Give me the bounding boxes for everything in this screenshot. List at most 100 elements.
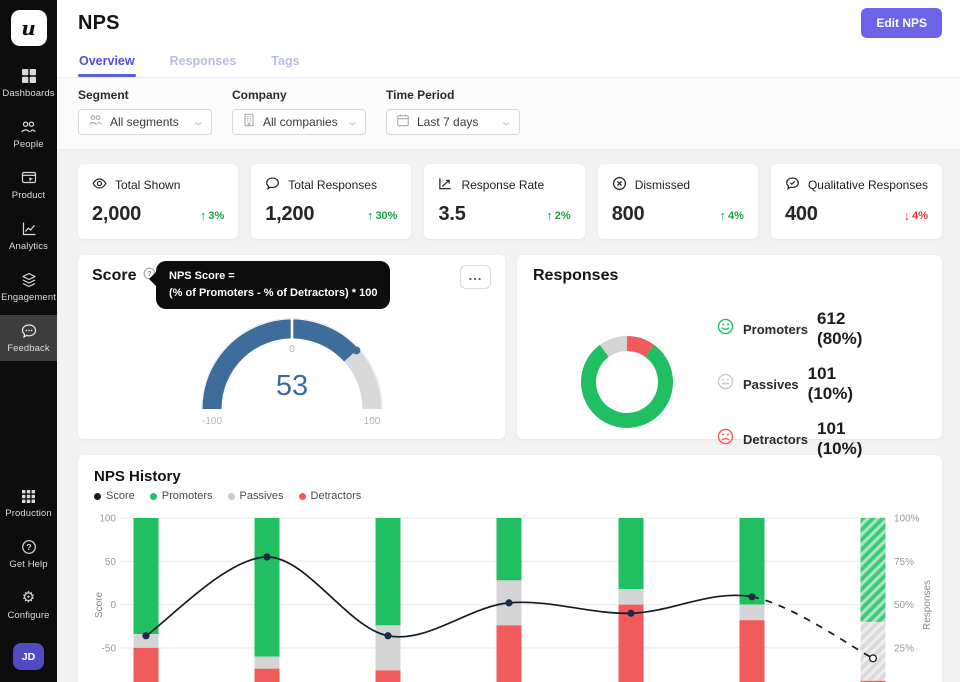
sad-face-icon bbox=[717, 428, 734, 450]
tooltip-line-1: NPS Score = bbox=[169, 268, 377, 285]
sidebar-item-label: Production bbox=[5, 508, 51, 519]
x-circle-icon bbox=[612, 176, 627, 194]
analytics-icon bbox=[21, 221, 37, 237]
brand-logo[interactable]: u bbox=[11, 10, 47, 46]
nps-history-card: NPS History Score Promoters Passives Det… bbox=[78, 455, 942, 682]
legend-value: 101 (10%) bbox=[817, 419, 886, 459]
svg-text:-50: -50 bbox=[102, 643, 117, 654]
tab-tags[interactable]: Tags bbox=[270, 46, 300, 77]
segment-value: All segments bbox=[110, 115, 179, 129]
people-icon bbox=[20, 119, 37, 135]
filter-bar: Segment All segments ⌄ Company All compa… bbox=[57, 78, 960, 150]
tab-overview[interactable]: Overview bbox=[78, 46, 136, 77]
trend-arrow-icon: ↑ bbox=[200, 208, 207, 223]
sidebar-item-analytics[interactable]: Analytics bbox=[0, 213, 57, 259]
legend-dot bbox=[150, 493, 157, 500]
sidebar-item-label: Dashboards bbox=[2, 88, 54, 99]
stat-label: Dismissed bbox=[635, 178, 690, 192]
stat-card-total-responses: Total Responses 1,200 ↑30% bbox=[251, 164, 411, 239]
feedback-icon bbox=[21, 323, 37, 339]
responses-card: Responses Promoters 612 (80%) Passiv bbox=[517, 255, 942, 439]
legend-dot bbox=[94, 493, 101, 500]
eye-icon bbox=[92, 176, 107, 194]
trend-arrow-icon: ↑ bbox=[720, 208, 727, 223]
stat-value: 3.5 bbox=[438, 203, 465, 226]
stat-value: 1,200 bbox=[265, 203, 314, 226]
sidebar-item-engagement[interactable]: Engagement bbox=[0, 264, 57, 310]
stat-label: Total Shown bbox=[115, 178, 180, 192]
legend-label: Detractors bbox=[743, 432, 808, 447]
sidebar-item-configure[interactable]: ⚙ Configure bbox=[0, 582, 57, 628]
stat-value: 2,000 bbox=[92, 203, 141, 226]
chevron-down-icon: ⌄ bbox=[191, 117, 204, 128]
stat-delta: ↑2% bbox=[546, 208, 570, 223]
legend-item-passives: Passives bbox=[228, 490, 284, 502]
sidebar-item-get-help[interactable]: ? Get Help bbox=[0, 531, 57, 577]
card-menu-button[interactable]: ... bbox=[460, 265, 491, 289]
app-root: u Dashboards People Product Analytics En… bbox=[0, 0, 960, 682]
legend-dot bbox=[228, 493, 235, 500]
neutral-face-icon bbox=[717, 373, 734, 395]
nps-gauge: 0-10010053 bbox=[92, 307, 491, 429]
chevron-down-icon: ⌄ bbox=[345, 117, 358, 128]
svg-text:75%: 75% bbox=[894, 557, 914, 568]
segment-filter: Segment All segments ⌄ bbox=[78, 88, 212, 135]
stat-label: Total Responses bbox=[288, 178, 377, 192]
sidebar-item-production[interactable]: Production bbox=[0, 481, 57, 526]
legend-item-detractors: Detractors bbox=[299, 490, 362, 502]
company-building-icon bbox=[242, 113, 256, 132]
nps-history-title: NPS History bbox=[94, 468, 926, 485]
sidebar-item-people[interactable]: People bbox=[0, 111, 57, 157]
time-period-dropdown[interactable]: Last 7 days ⌄ bbox=[386, 109, 520, 135]
legend-row-detractors: Detractors 101 (10%) bbox=[717, 419, 886, 459]
legend-value: 101 (10%) bbox=[808, 364, 886, 404]
responses-card-title: Responses bbox=[533, 267, 926, 285]
svg-text:-100: -100 bbox=[201, 416, 221, 427]
avatar[interactable]: JD bbox=[13, 643, 44, 670]
page-title: NPS bbox=[78, 12, 120, 35]
responses-donut-chart bbox=[579, 334, 675, 435]
legend-item-score: Score bbox=[94, 490, 135, 502]
tooltip-line-2: (% of Promoters - % of Detractors) * 100 bbox=[169, 285, 377, 302]
sidebar-item-product[interactable]: Product bbox=[0, 162, 57, 208]
trend-arrow-icon: ↓ bbox=[904, 208, 911, 223]
company-filter: Company All companies ⌄ bbox=[232, 88, 366, 135]
legend-dot bbox=[299, 493, 306, 500]
legend-label: Promoters bbox=[743, 322, 808, 337]
score-card: Score ? NPS Score = (% of Promoters - % … bbox=[78, 255, 505, 439]
page-header: NPS Edit NPS bbox=[57, 0, 960, 46]
svg-text:50: 50 bbox=[105, 557, 117, 568]
stat-label: Qualitative Responses bbox=[808, 178, 928, 192]
stat-delta: ↑4% bbox=[720, 208, 744, 223]
segment-dropdown[interactable]: All segments ⌄ bbox=[78, 109, 212, 135]
gear-icon: ⚙ bbox=[22, 590, 35, 606]
sidebar-item-label: Analytics bbox=[9, 241, 48, 252]
stat-card-dismissed: Dismissed 800 ↑4% bbox=[598, 164, 758, 239]
help-icon: ? bbox=[21, 539, 37, 555]
nps-history-chart: 100100%5075%050%-5025%-1000%ScoreRespons… bbox=[94, 508, 926, 682]
engagement-icon bbox=[21, 272, 37, 288]
company-dropdown[interactable]: All companies ⌄ bbox=[232, 109, 366, 135]
tab-responses[interactable]: Responses bbox=[169, 46, 238, 77]
stat-delta: ↑3% bbox=[200, 208, 224, 223]
svg-text:50%: 50% bbox=[894, 600, 914, 611]
score-card-title: Score bbox=[92, 267, 136, 285]
sidebar-item-label: Product bbox=[12, 190, 45, 201]
edit-nps-button[interactable]: Edit NPS bbox=[861, 8, 942, 38]
history-legend: Score Promoters Passives Detractors bbox=[94, 490, 926, 502]
svg-text:25%: 25% bbox=[894, 643, 914, 654]
calendar-icon bbox=[396, 113, 410, 132]
company-filter-label: Company bbox=[232, 88, 366, 102]
happy-face-icon bbox=[717, 318, 734, 340]
sidebar-item-label: Configure bbox=[7, 610, 49, 621]
sidebar-item-feedback[interactable]: Feedback bbox=[0, 315, 57, 361]
chart-trend-icon bbox=[438, 176, 453, 194]
sidebar-item-dashboards[interactable]: Dashboards bbox=[0, 60, 57, 106]
svg-text:Responses: Responses bbox=[922, 580, 933, 630]
nps-formula-tooltip: NPS Score = (% of Promoters - % of Detra… bbox=[156, 261, 390, 309]
stat-card-total-shown: Total Shown 2,000 ↑3% bbox=[78, 164, 238, 239]
trend-arrow-icon: ↑ bbox=[367, 208, 374, 223]
sidebar-item-label: Engagement bbox=[1, 292, 56, 303]
legend-row-passives: Passives 101 (10%) bbox=[717, 364, 886, 404]
svg-text:53: 53 bbox=[275, 370, 307, 402]
